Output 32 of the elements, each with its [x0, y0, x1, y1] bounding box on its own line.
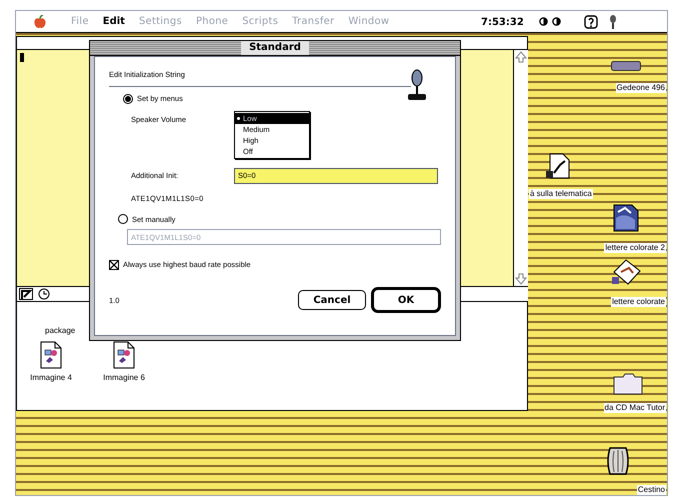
menu-clock[interactable]: 7:53:32: [481, 15, 524, 30]
file-label[interactable]: Immagine 6: [100, 372, 148, 384]
trash-can-icon: [606, 446, 630, 476]
file-label[interactable]: Immagine 4: [27, 372, 75, 384]
scroll-bar[interactable]: [513, 49, 528, 286]
application-icon: [609, 14, 617, 30]
cancel-button[interactable]: Cancel: [298, 290, 366, 310]
cross-mark-icon: [110, 260, 118, 269]
desktop-icon-label[interactable]: Cestino: [636, 485, 666, 495]
dialog-title: Standard: [241, 41, 309, 55]
desktop-icon-label[interactable]: lettere colorate: [611, 297, 666, 307]
desktop-icon-label[interactable]: da CD Mac Tutor: [604, 403, 666, 413]
desktop-icon-label[interactable]: lettere colorate 2: [604, 243, 666, 253]
folder-label: package: [45, 325, 76, 337]
image-file-icon: [40, 341, 62, 369]
ok-button[interactable]: OK: [371, 287, 441, 314]
desktop-icon-label[interactable]: à sulla telematica: [529, 189, 593, 199]
half-circle-icon: [552, 17, 561, 26]
help-icon: [584, 15, 598, 29]
menu-item[interactable]: Edit: [102, 14, 125, 29]
hard-drive-icon: [611, 61, 641, 71]
alias-document-icon: [611, 259, 641, 285]
text-cursor: [20, 53, 24, 62]
half-circle-icon: [539, 17, 548, 26]
folder-icon: [613, 373, 643, 395]
dialog-title-bar[interactable]: Standard: [90, 41, 460, 56]
picture-document-icon: [613, 204, 639, 232]
modem-icon: [407, 69, 427, 101]
desktop-icon-label[interactable]: Gedeone 496: [616, 83, 666, 93]
scroll-up-icon: [515, 51, 527, 63]
document-icon: [546, 153, 570, 179]
apple-icon: [34, 15, 46, 29]
